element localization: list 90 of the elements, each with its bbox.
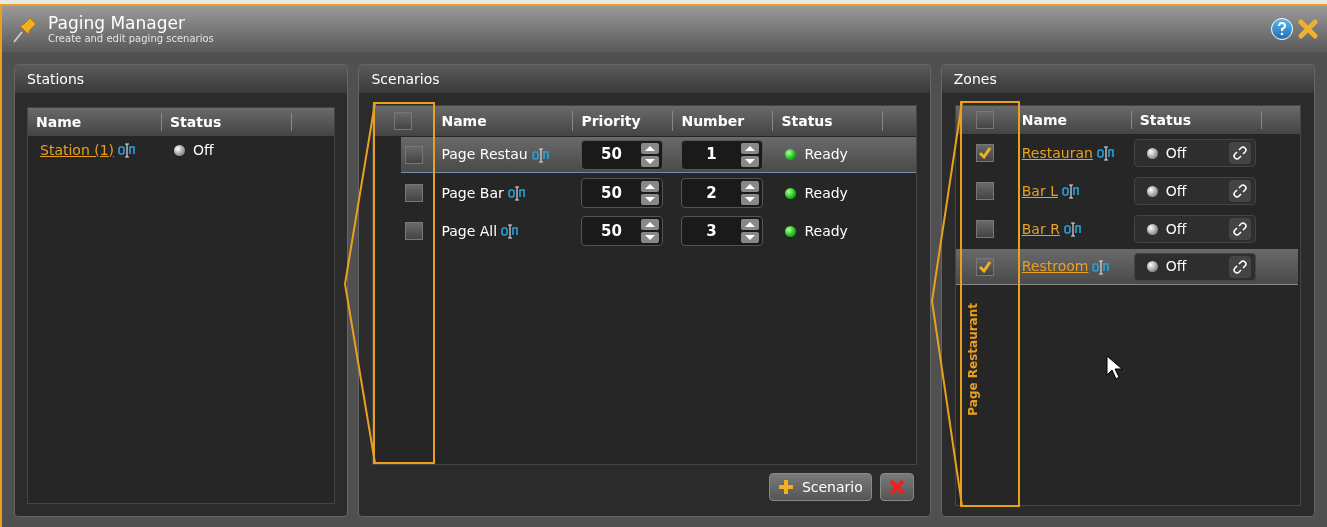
- number-spinner[interactable]: 50: [581, 139, 664, 170]
- rename-icon[interactable]: [118, 142, 137, 158]
- close-button[interactable]: [1297, 18, 1319, 40]
- zone-row[interactable]: Bar L Off: [955, 173, 1298, 209]
- zone-row[interactable]: Restroom Off: [955, 249, 1298, 285]
- checkbox[interactable]: [975, 182, 994, 200]
- number-spinner[interactable]: 1: [681, 139, 764, 170]
- station-link[interactable]: Station (1): [40, 139, 115, 161]
- spinner-value: 1: [705, 144, 718, 166]
- panel-title: Stations: [27, 69, 85, 89]
- checkbox[interactable]: [975, 257, 994, 276]
- window-subtitle: Create and edit paging scenarios: [48, 33, 214, 44]
- rename-icon[interactable]: [501, 223, 520, 239]
- checkbox[interactable]: [394, 112, 413, 130]
- column-header[interactable]: Status: [170, 111, 222, 133]
- spinner-value: 50: [600, 144, 623, 166]
- checkbox[interactable]: [975, 220, 994, 238]
- status-text: Ready: [804, 221, 848, 241]
- number-spinner[interactable]: 50: [581, 216, 664, 246]
- column-header[interactable]: Name: [1021, 109, 1067, 131]
- scenario-row[interactable]: Page Restau 50 1 Ready: [401, 137, 916, 173]
- rename-icon[interactable]: [531, 146, 550, 163]
- column-header[interactable]: Status: [781, 110, 833, 132]
- status-text: Off: [1165, 143, 1187, 163]
- rename-icon[interactable]: [507, 185, 526, 201]
- scenario-name: Page Restau: [441, 145, 528, 164]
- spinner-arrows-icon[interactable]: [640, 141, 661, 168]
- zone-link[interactable]: Bar L: [1021, 180, 1058, 202]
- scenario-row[interactable]: Page All 50 3 Ready: [401, 213, 916, 249]
- panel-title: Zones: [953, 69, 997, 89]
- link-icon: [1232, 184, 1247, 198]
- zone-row[interactable]: Restauran Off: [955, 135, 1298, 171]
- spinner-arrows-icon[interactable]: [740, 180, 761, 206]
- cursor-icon: [1106, 355, 1124, 381]
- rename-icon[interactable]: [1096, 145, 1115, 161]
- checkbox[interactable]: [405, 184, 424, 202]
- column-header[interactable]: Name: [36, 111, 82, 133]
- scenario-name: Page Bar: [441, 183, 504, 203]
- column-header[interactable]: Name: [441, 110, 487, 132]
- window-title: Paging Manager: [48, 14, 186, 32]
- link-button[interactable]: [1228, 218, 1251, 240]
- help-icon: [1277, 22, 1287, 36]
- spinner-value: 2: [705, 182, 718, 204]
- add-scenario-button[interactable]: Scenario: [768, 473, 872, 501]
- zone-link[interactable]: Bar R: [1021, 218, 1060, 240]
- delete-button[interactable]: [879, 473, 914, 501]
- link-button[interactable]: [1228, 180, 1251, 202]
- zone-row[interactable]: Bar R Off: [955, 211, 1298, 247]
- spinner-value: 3: [705, 220, 718, 242]
- plus-icon: [777, 479, 794, 495]
- check-icon: [977, 259, 992, 274]
- column-header[interactable]: Priority: [581, 110, 641, 132]
- link-button[interactable]: [1228, 142, 1251, 164]
- spinner-value: 50: [600, 182, 623, 204]
- scenario-label: Page Restaurant: [965, 302, 981, 416]
- link-icon: [1232, 222, 1247, 236]
- scenario-row[interactable]: Page Bar 50 2 Ready: [401, 175, 916, 211]
- scenario-name: Page All: [441, 221, 498, 241]
- column-header[interactable]: Status: [1139, 109, 1191, 131]
- checkbox[interactable]: [405, 222, 424, 240]
- status-text: Off: [1165, 181, 1187, 201]
- number-spinner[interactable]: 50: [581, 178, 664, 208]
- checkbox[interactable]: [975, 144, 994, 162]
- help-button[interactable]: [1271, 18, 1293, 40]
- status-text: Ready: [804, 183, 848, 203]
- number-spinner[interactable]: 2: [681, 178, 764, 208]
- rename-icon[interactable]: [1063, 221, 1082, 237]
- status-text: Off: [193, 140, 214, 160]
- panel-title: Scenarios: [371, 69, 440, 89]
- rename-icon[interactable]: [1092, 258, 1111, 275]
- checkbox[interactable]: [405, 145, 424, 164]
- column-header[interactable]: Number: [681, 110, 745, 132]
- link-icon: [1232, 259, 1247, 274]
- checkbox[interactable]: [975, 111, 994, 129]
- link-icon: [1232, 146, 1247, 160]
- rename-icon[interactable]: [1061, 183, 1080, 199]
- spinner-arrows-icon[interactable]: [740, 141, 761, 168]
- check-icon: [977, 146, 992, 160]
- spinner-arrows-icon[interactable]: [640, 180, 661, 206]
- status-text: Off: [1165, 219, 1187, 239]
- status-text: Ready: [804, 145, 848, 164]
- close-icon: [1298, 19, 1318, 39]
- spinner-value: 50: [600, 220, 623, 242]
- spinner-arrows-icon[interactable]: [640, 218, 661, 244]
- number-spinner[interactable]: 3: [681, 216, 764, 246]
- zone-link[interactable]: Restauran: [1021, 142, 1093, 164]
- spinner-arrows-icon[interactable]: [740, 218, 761, 244]
- delete-icon: [888, 479, 905, 495]
- status-text: Off: [1165, 257, 1187, 276]
- link-button[interactable]: [1228, 255, 1251, 278]
